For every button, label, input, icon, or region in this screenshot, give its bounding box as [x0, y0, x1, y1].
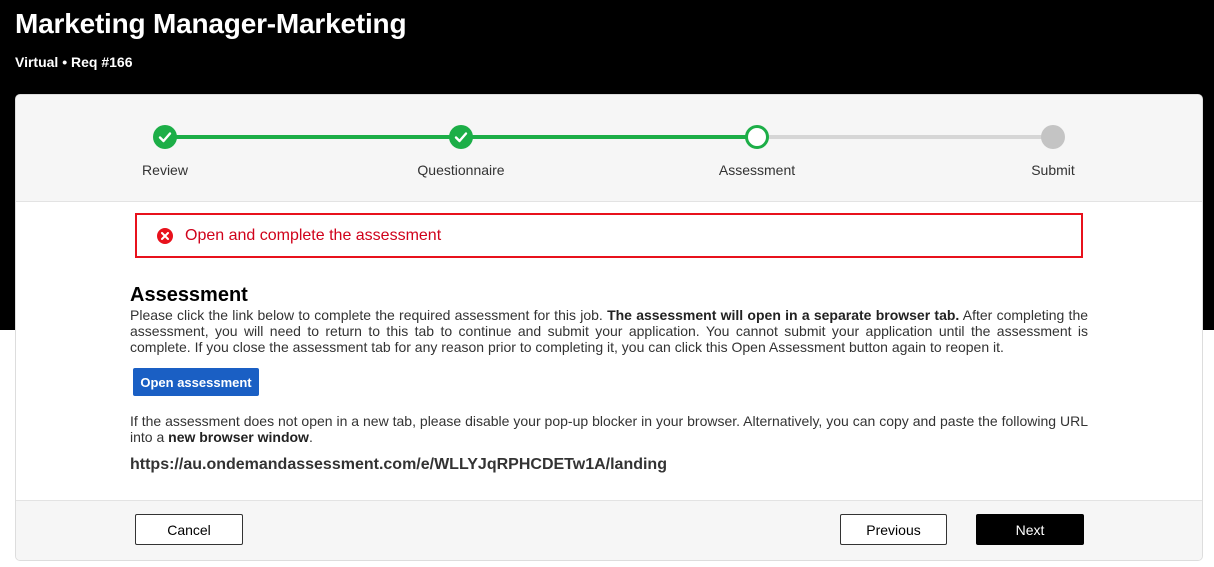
next-button[interactable]: Next: [976, 514, 1084, 545]
error-alert: Open and complete the assessment: [135, 213, 1083, 258]
popup-blocker-note: If the assessment does not open in a new…: [130, 413, 1088, 445]
assessment-heading: Assessment: [130, 284, 248, 306]
instructions-text-1: Please click the link below to complete …: [130, 307, 603, 323]
step-label-review: Review: [142, 162, 188, 178]
step-submit-pending-icon: [1041, 125, 1065, 149]
step-assessment-current-icon: [745, 125, 769, 149]
cancel-button[interactable]: Cancel: [135, 514, 243, 545]
popup-note-bold: new browser window: [168, 429, 309, 445]
open-assessment-button[interactable]: Open assessment: [133, 368, 259, 396]
instructions-bold: The assessment will open in a separate b…: [607, 307, 960, 323]
step-label-assessment: Assessment: [718, 162, 796, 178]
job-subtitle: Virtual • Req #166: [15, 54, 133, 70]
job-title: Marketing Manager-Marketing: [15, 8, 407, 39]
progress-stepper: Review Questionnaire Assessment Submit: [16, 95, 1202, 202]
step-review-check-icon: [153, 125, 177, 149]
action-footer: Cancel Previous Next: [16, 500, 1202, 560]
assessment-url[interactable]: https://au.ondemandassessment.com/e/WLLY…: [130, 456, 667, 474]
error-message: Open and complete the assessment: [185, 227, 442, 244]
track-complete-2: [461, 135, 757, 139]
track-pending: [757, 135, 1053, 139]
track-complete-1: [165, 135, 461, 139]
error-circle-icon: [157, 228, 173, 244]
previous-button[interactable]: Previous: [840, 514, 947, 545]
step-label-questionnaire: Questionnaire: [417, 162, 505, 178]
step-questionnaire-check-icon: [449, 125, 473, 149]
popup-note-end: .: [308, 429, 313, 445]
application-card: Review Questionnaire Assessment Submit O…: [15, 94, 1203, 561]
assessment-instructions: Please click the link below to complete …: [130, 307, 1088, 355]
step-label-submit: Submit: [1031, 162, 1075, 178]
assessment-section: Assessment Please click the link below t…: [130, 283, 1088, 473]
